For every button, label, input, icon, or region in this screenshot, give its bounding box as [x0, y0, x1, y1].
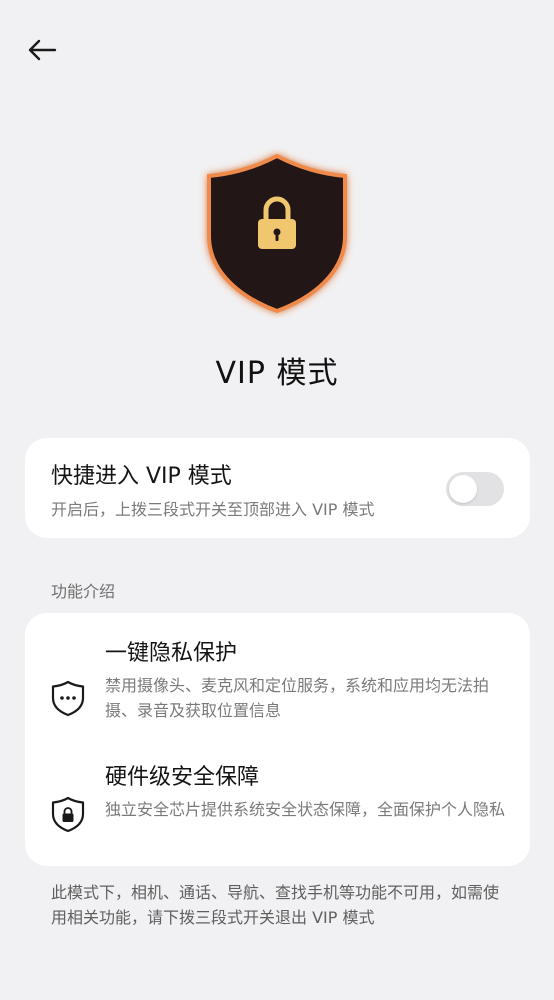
feature-title: 硬件级安全保障 [105, 765, 260, 790]
feature-title: 一键隐私保护 [105, 641, 238, 666]
feature-description: 独立安全芯片提供系统安全状态保障，全面保护个人隐私 [105, 800, 506, 819]
quick-entry-subtitle: 开启后，上拨三段式开关至顶部进入 VIP 模式 [51, 500, 375, 519]
back-button[interactable] [22, 32, 62, 72]
feature-description: 禁用摄像头、麦克风和定位服务，系统和应用均无法拍摄、录音及获取位置信息 [105, 676, 490, 720]
toggle-knob [449, 475, 477, 503]
quick-entry-title: 快捷进入 VIP 模式 [51, 464, 232, 489]
shield-password-icon [49, 679, 87, 717]
quick-entry-toggle[interactable] [446, 472, 504, 506]
arrow-left-icon [27, 39, 57, 65]
footer-note: 此模式下，相机、通话、导航、查找手机等功能不可用，如需使用相关功能，请下拨三段式… [51, 883, 500, 927]
page-title: VIP 模式 [215, 356, 339, 391]
features-card: 一键隐私保护 禁用摄像头、麦克风和定位服务，系统和应用均无法拍摄、录音及获取位置… [25, 613, 530, 866]
shield-lock-icon [192, 148, 362, 318]
shield-lock-small-icon [49, 795, 87, 833]
section-label: 功能介绍 [51, 582, 116, 601]
quick-entry-card: 快捷进入 VIP 模式 开启后，上拨三段式开关至顶部进入 VIP 模式 [25, 438, 530, 538]
